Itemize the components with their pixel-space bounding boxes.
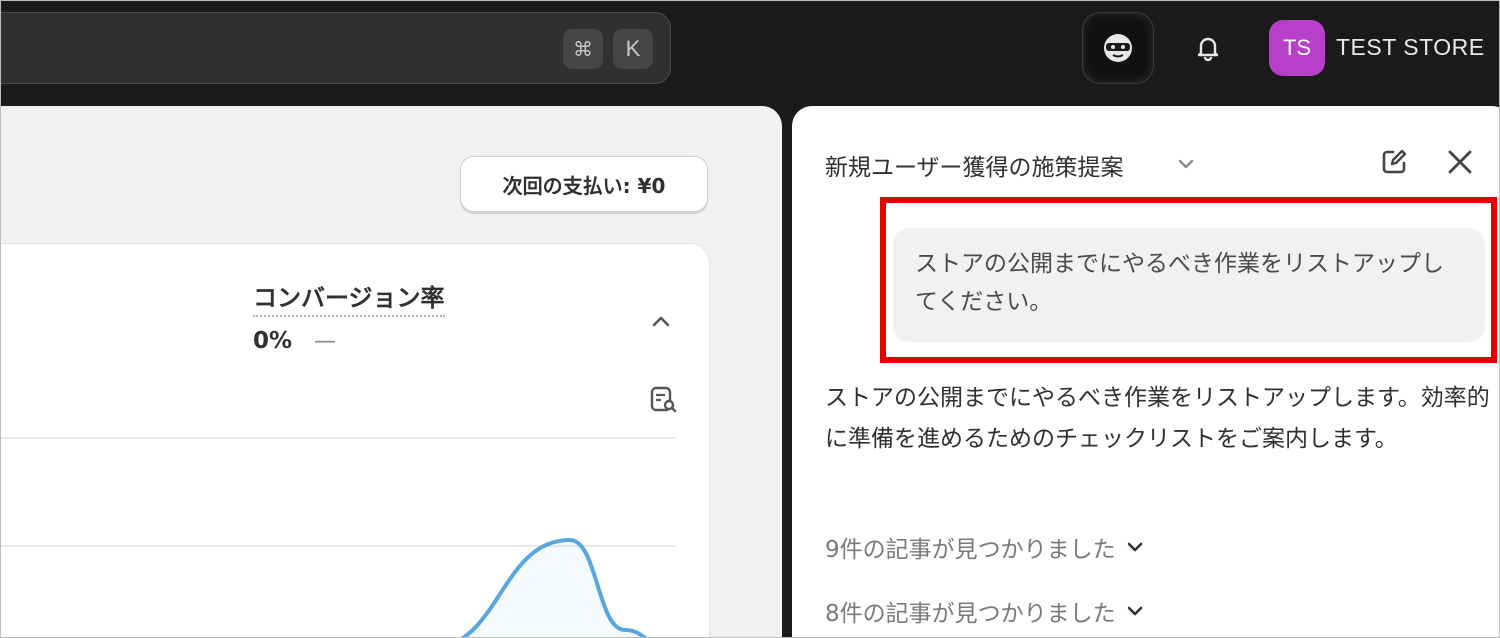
search-result-toggle[interactable]: 8件の記事が見つかりました	[825, 594, 1146, 628]
top-bar: ⌘ K TS TEST STORE	[0, 0, 1500, 104]
store-avatar[interactable]: TS	[1269, 20, 1325, 76]
sidekick-icon	[1104, 34, 1132, 62]
chevron-down-icon[interactable]	[1174, 152, 1198, 176]
report-search-icon[interactable]	[648, 384, 678, 414]
sidekick-button[interactable]	[1082, 12, 1154, 84]
conversation-title[interactable]: 新規ユーザー獲得の施策提案	[825, 148, 1124, 182]
metric-title[interactable]: コンバージョン率	[253, 278, 445, 317]
chart-area	[0, 540, 660, 638]
result-label: 8件の記事が見つかりました	[825, 601, 1116, 627]
store-name[interactable]: TEST STORE	[1336, 34, 1485, 61]
assistant-reply: ストアの公開までにやるべき作業をリストアップします。効率的に準備を進めるためのチ…	[825, 385, 1490, 452]
metric-value: 0%	[253, 328, 293, 354]
bell-icon	[1197, 37, 1219, 62]
chevron-down-icon	[1127, 542, 1142, 552]
search-result-toggle[interactable]: 9件の記事が見つかりました	[825, 530, 1146, 564]
close-icon[interactable]	[1444, 146, 1476, 178]
collapse-chevron-up-icon[interactable]	[646, 306, 676, 336]
next-payment-button[interactable]: 次回の支払い: ¥0	[460, 156, 708, 212]
notifications-button[interactable]	[1188, 28, 1228, 68]
chevron-down-icon	[1127, 606, 1142, 616]
search-bar[interactable]: ⌘ K	[0, 12, 671, 84]
conversion-chart	[0, 437, 676, 638]
new-chat-edit-icon[interactable]	[1378, 146, 1410, 178]
result-label: 9件の記事が見つかりました	[825, 537, 1116, 563]
highlight-annotation	[880, 197, 1497, 363]
shortcut-k-key: K	[613, 29, 653, 69]
metric-change: —	[314, 329, 336, 354]
shortcut-cmd-key: ⌘	[563, 29, 603, 69]
